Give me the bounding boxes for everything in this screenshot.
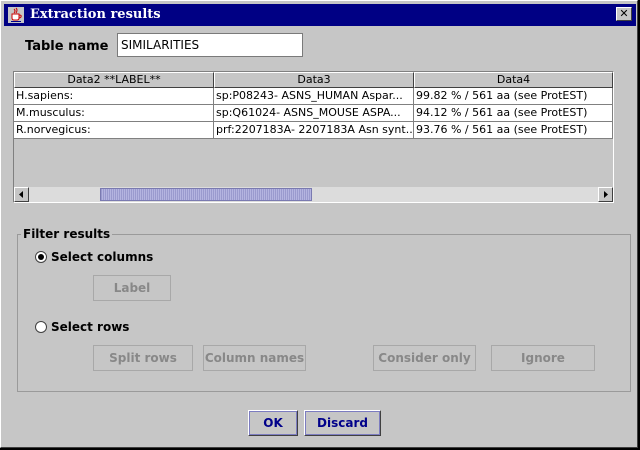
ok-button[interactable]: OK — [248, 410, 298, 436]
table-name-label: Table name — [25, 39, 109, 54]
column-header-data3[interactable]: Data3 — [214, 72, 414, 88]
filter-results-title: Filter results — [21, 227, 113, 241]
horizontal-scrollbar[interactable] — [14, 187, 613, 202]
radio-selected-dot — [38, 254, 44, 260]
scrollbar-thumb[interactable] — [100, 188, 312, 201]
ignore-button[interactable]: Ignore — [491, 345, 595, 371]
table-cell[interactable]: prf:2207183A- 2207183A Asn synt... — [214, 122, 414, 139]
column-names-button[interactable]: Column names — [203, 345, 306, 371]
results-table: Data2 **LABEL** Data3 Data4 H.sapiens: s… — [13, 71, 614, 203]
select-columns-radio[interactable] — [35, 251, 47, 263]
table-cell[interactable]: R.norvegicus: — [14, 122, 214, 139]
close-button[interactable]: ✕ — [616, 7, 632, 21]
consider-only-button[interactable]: Consider only — [373, 345, 476, 371]
table-cell[interactable]: 93.76 % / 561 aa (see ProtEST) — [414, 122, 613, 139]
table-cell[interactable]: sp:Q61024- ASNS_MOUSE ASPA... — [214, 105, 414, 122]
triangle-left-icon — [19, 191, 23, 198]
table-row[interactable]: M.musculus: sp:Q61024- ASNS_MOUSE ASPA..… — [14, 105, 613, 122]
table-cell[interactable]: sp:P08243- ASNS_HUMAN Aspar... — [214, 88, 414, 105]
table-cell[interactable]: H.sapiens: — [14, 88, 214, 105]
split-rows-button[interactable]: Split rows — [93, 345, 193, 371]
window-title: Extraction results — [30, 7, 161, 22]
scroll-right-button[interactable] — [598, 187, 613, 202]
label-button[interactable]: Label — [93, 275, 171, 301]
scroll-left-button[interactable] — [14, 187, 29, 202]
extraction-results-dialog: Extraction results ✕ Table name SIMILARI… — [0, 0, 638, 448]
table-cell[interactable]: 99.82 % / 561 aa (see ProtEST) — [414, 88, 613, 105]
table-name-input[interactable]: SIMILARITIES — [117, 33, 303, 57]
table-row[interactable]: R.norvegicus: prf:2207183A- 2207183A Asn… — [14, 122, 613, 139]
table-cell[interactable]: M.musculus: — [14, 105, 214, 122]
table-cell[interactable]: 94.12 % / 561 aa (see ProtEST) — [414, 105, 613, 122]
select-rows-radio[interactable] — [35, 321, 47, 333]
java-cup-icon — [8, 7, 24, 23]
column-header-data4[interactable]: Data4 — [414, 72, 613, 88]
discard-button[interactable]: Discard — [304, 410, 381, 436]
column-header-data2[interactable]: Data2 **LABEL** — [14, 72, 214, 88]
triangle-right-icon — [604, 191, 608, 198]
select-rows-label[interactable]: Select rows — [51, 320, 129, 334]
select-columns-label[interactable]: Select columns — [51, 250, 153, 264]
close-icon: ✕ — [619, 7, 629, 20]
title-bar[interactable]: Extraction results ✕ — [4, 4, 636, 26]
table-row[interactable]: H.sapiens: sp:P08243- ASNS_HUMAN Aspar..… — [14, 88, 613, 105]
